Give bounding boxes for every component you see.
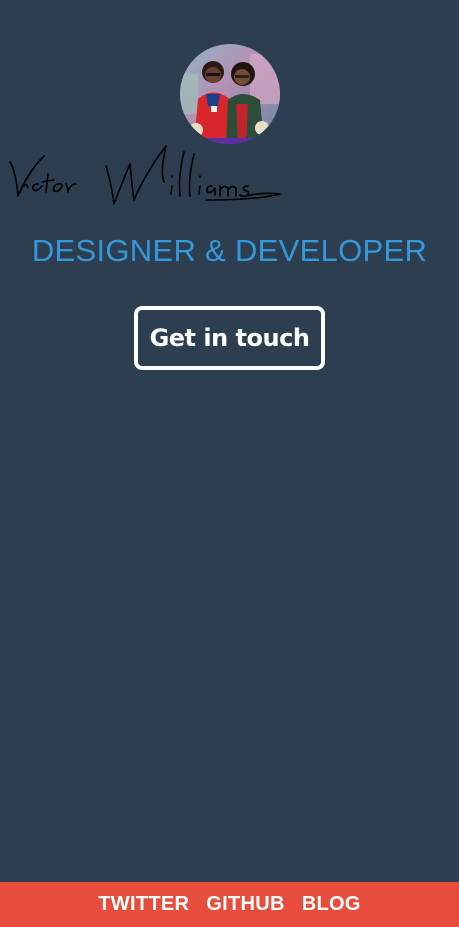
- tagline: DESIGNER & DEVELOPER: [31, 233, 428, 268]
- get-in-touch-button[interactable]: Get in touch: [134, 306, 325, 370]
- profile-photo-icon: [180, 44, 280, 144]
- footer-link-twitter[interactable]: TWITTER: [98, 893, 189, 916]
- landing-page: Victor Williams DESIGNER & DEVELOPER Get: [0, 0, 459, 927]
- signature: Victor Williams: [6, 142, 282, 216]
- signature-graphic: [9, 145, 281, 205]
- footer-nav: TWITTER GITHUB BLOG: [0, 882, 459, 927]
- avatar: [180, 44, 280, 144]
- footer-link-blog[interactable]: BLOG: [302, 893, 361, 916]
- footer-link-github[interactable]: GITHUB: [206, 893, 284, 916]
